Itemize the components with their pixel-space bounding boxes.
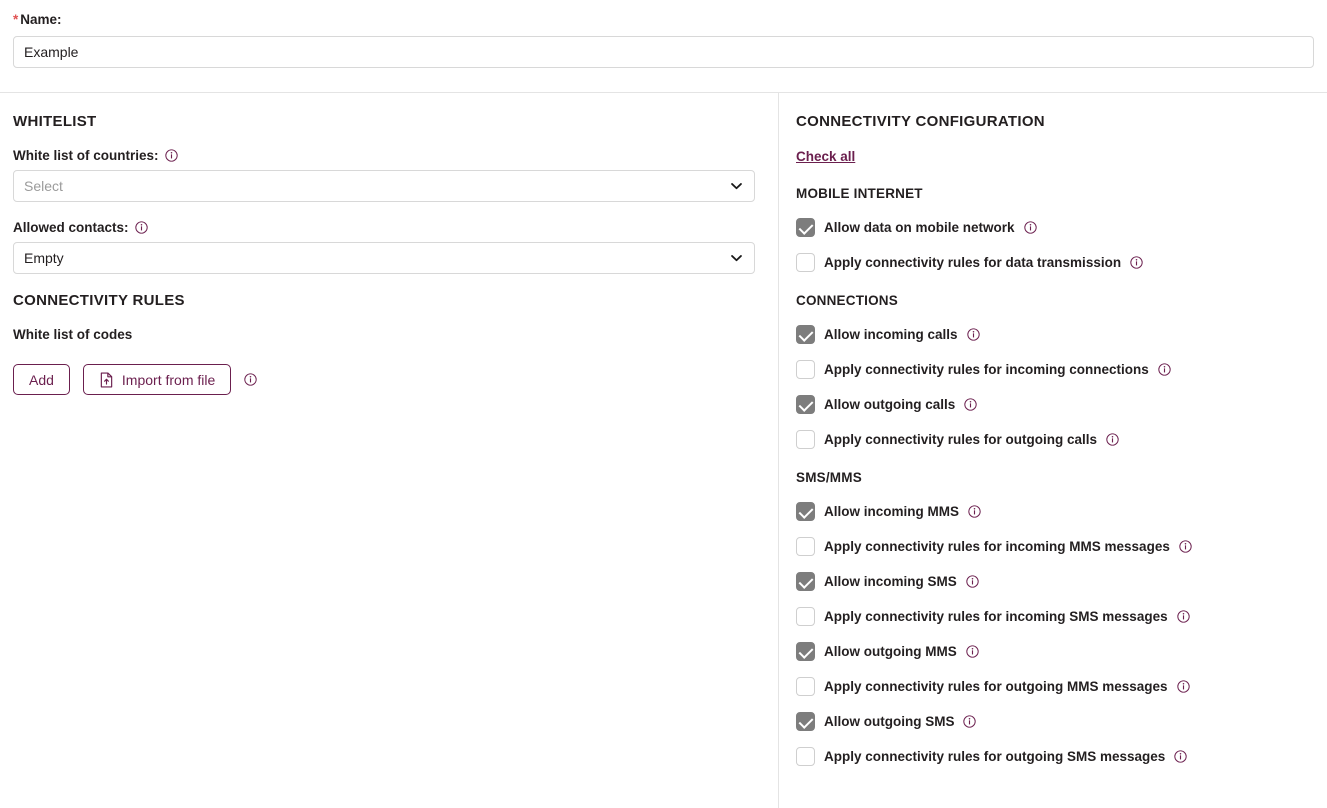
checkbox-unchecked[interactable] [796,360,815,379]
info-icon[interactable] [1158,363,1171,376]
countries-label-text: White list of countries: [13,148,159,163]
checkbox-row[interactable]: Allow incoming MMS [796,494,1327,529]
checkbox-checked[interactable] [796,502,815,521]
info-icon[interactable] [963,715,977,728]
file-upload-icon [99,371,114,388]
checkbox-label: Apply connectivity rules for incoming MM… [824,539,1170,554]
check-all-link[interactable]: Check all [796,149,855,164]
info-icon[interactable] [1130,256,1143,269]
countries-label: White list of countries: [13,148,765,163]
checkbox-label: Apply connectivity rules for incoming co… [824,362,1149,377]
checkbox-label: Apply connectivity rules for outgoing SM… [824,749,1166,764]
checkbox-label: Allow incoming SMS [824,574,957,589]
checkbox-row[interactable]: Apply connectivity rules for incoming MM… [796,529,1327,564]
checkbox-label: Allow incoming calls [824,327,958,342]
checkbox-label: Apply connectivity rules for outgoing MM… [824,679,1168,694]
contacts-select-value: Empty [24,250,64,266]
checkbox-row[interactable]: Allow outgoing MMS [796,634,1327,669]
info-icon[interactable] [1176,610,1190,623]
group-title: MOBILE INTERNET [796,186,923,201]
checkbox-unchecked[interactable] [796,430,815,449]
checkbox-row[interactable]: Apply connectivity rules for data transm… [796,245,1327,280]
name-input[interactable] [13,36,1314,68]
checkbox-checked[interactable] [796,325,815,344]
info-icon[interactable] [164,149,178,162]
checkbox-label: Apply connectivity rules for incoming SM… [824,609,1168,624]
required-marker: * [13,12,19,27]
checkbox-unchecked[interactable] [796,537,815,556]
checkbox-label: Allow data on mobile network [824,220,1015,235]
left-column: WHITELIST White list of countries: Selec… [0,93,778,808]
info-icon[interactable] [964,398,977,411]
whitelist-section-title: WHITELIST [13,113,97,130]
checkbox-row[interactable]: Allow incoming SMS [796,564,1327,599]
connectivity-configuration-title: CONNECTIVITY CONFIGURATION [796,113,1045,130]
contacts-select[interactable]: Empty [13,242,755,274]
checkbox-checked[interactable] [796,642,815,661]
white-list-of-codes-label: White list of codes [13,327,133,342]
checkbox-checked[interactable] [796,572,815,591]
checkbox-row[interactable]: Allow incoming calls [796,317,1327,352]
countries-select-wrap: Select [13,170,755,202]
checkbox-checked[interactable] [796,712,815,731]
checkbox-row[interactable]: Apply connectivity rules for outgoing MM… [796,669,1327,704]
checkbox-unchecked[interactable] [796,747,815,766]
rules-button-row: Add Import from file [13,364,765,395]
checkbox-row[interactable]: Allow outgoing SMS [796,704,1327,739]
info-icon[interactable] [1023,221,1037,234]
content-columns: WHITELIST White list of countries: Selec… [0,93,1327,808]
info-icon[interactable] [134,221,148,234]
countries-select-value: Select [24,178,63,194]
group-title: CONNECTIONS [796,293,898,308]
contacts-label-text: Allowed contacts: [13,220,129,235]
add-button-label: Add [29,371,54,388]
name-label-text: Name: [20,12,62,27]
checkbox-row[interactable]: Apply connectivity rules for incoming co… [796,352,1327,387]
checkbox-unchecked[interactable] [796,677,815,696]
import-from-file-button[interactable]: Import from file [82,364,232,395]
info-icon[interactable] [1176,680,1190,693]
checkbox-label: Allow outgoing SMS [824,714,955,729]
countries-select[interactable]: Select [13,170,755,202]
checkbox-row[interactable]: Allow data on mobile network [796,210,1327,245]
checkbox-label: Allow outgoing MMS [824,644,957,659]
checkbox-row[interactable]: Allow outgoing calls [796,387,1327,422]
info-icon[interactable] [1179,540,1192,553]
info-icon[interactable] [244,373,257,386]
group-title: SMS/MMS [796,470,862,485]
info-icon[interactable] [1174,750,1188,763]
contacts-label: Allowed contacts: [13,220,765,235]
checkbox-checked[interactable] [796,218,815,237]
info-icon[interactable] [968,505,981,518]
checkbox-checked[interactable] [796,395,815,414]
checkbox-label: Apply connectivity rules for outgoing ca… [824,432,1098,447]
connectivity-rules-section-title: CONNECTIVITY RULES [13,292,185,309]
checkbox-label: Apply connectivity rules for data transm… [824,255,1122,270]
import-button-label: Import from file [121,371,216,388]
checkbox-row[interactable]: Apply connectivity rules for incoming SM… [796,599,1327,634]
info-icon[interactable] [966,645,979,658]
checkbox-label: Allow outgoing calls [824,397,956,412]
checkbox-row[interactable]: Apply connectivity rules for outgoing ca… [796,422,1327,457]
checkbox-unchecked[interactable] [796,607,815,626]
contacts-select-wrap: Empty [13,242,755,274]
info-icon[interactable] [1106,433,1119,446]
checkbox-row[interactable]: Apply connectivity rules for outgoing SM… [796,739,1327,774]
checkbox-unchecked[interactable] [796,253,815,272]
info-icon[interactable] [966,328,980,341]
name-field-block: * Name: [0,0,1327,68]
info-icon[interactable] [966,575,979,588]
add-button[interactable]: Add [13,364,70,395]
name-label: * Name: [13,12,1314,28]
right-column: CONNECTIVITY CONFIGURATION Check all MOB… [778,93,1327,808]
connectivity-groups: MOBILE INTERNET Allow data on mobile netw… [796,186,1327,774]
checkbox-label: Allow incoming MMS [824,504,959,519]
